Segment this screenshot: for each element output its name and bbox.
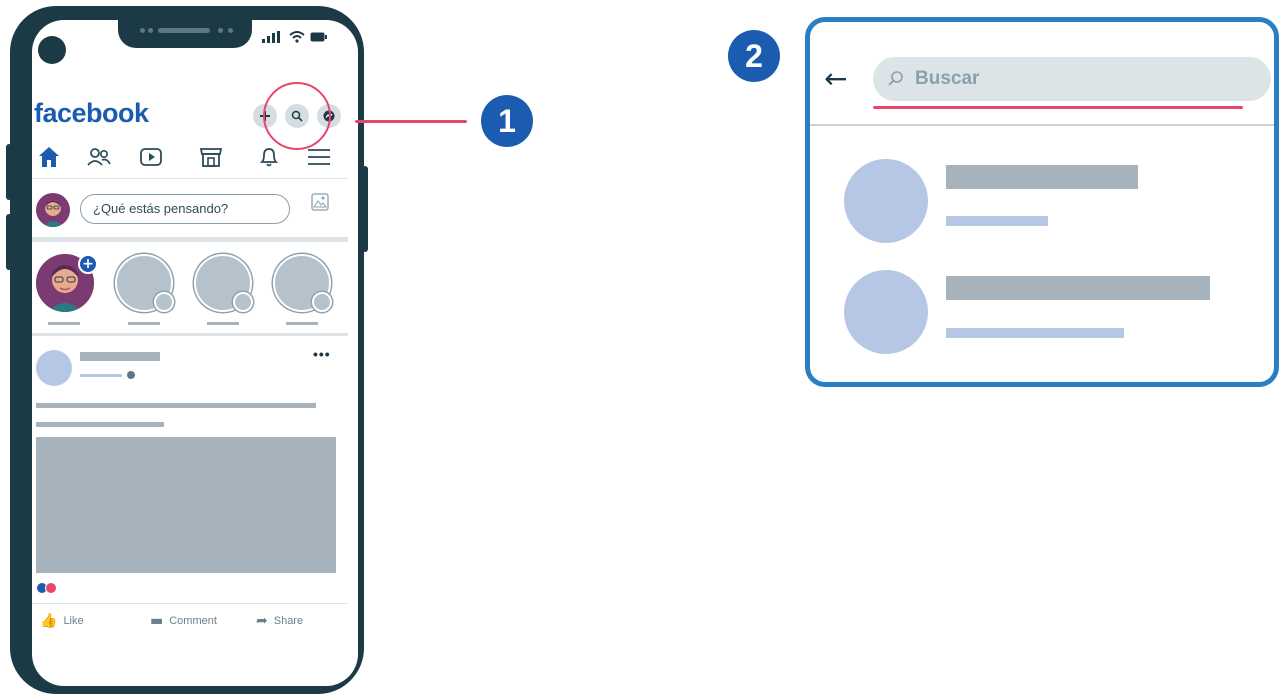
bell-icon[interactable]	[256, 144, 282, 170]
notch-dot	[228, 28, 233, 33]
post-text-line	[36, 422, 164, 427]
battery-icon	[310, 32, 327, 42]
volume-down-button	[6, 214, 12, 270]
result-title[interactable]	[946, 276, 1210, 300]
post-text-line	[36, 403, 316, 408]
search-panel: ← Buscar	[805, 17, 1279, 387]
thumbs-up-icon: 👍	[40, 613, 58, 629]
story-label	[286, 322, 318, 325]
story-avatar-badge	[312, 292, 332, 312]
love-reaction-icon	[45, 582, 57, 594]
notch-dot	[218, 28, 223, 33]
actions-divider	[32, 603, 348, 604]
power-button	[362, 166, 368, 252]
nav-divider	[32, 178, 348, 179]
watch-icon[interactable]	[138, 144, 164, 170]
step-badge-2: 2	[728, 30, 780, 82]
post-author-name	[80, 352, 160, 361]
volume-up-button	[6, 144, 12, 200]
notch	[118, 14, 252, 48]
status-bar	[262, 31, 328, 43]
post-menu-icon[interactable]: •••	[313, 346, 331, 362]
share-label: Share	[273, 615, 304, 627]
like-button[interactable]: 👍 Like	[40, 613, 84, 629]
story-avatar-badge	[154, 292, 174, 312]
section-divider	[32, 333, 348, 336]
comment-icon: ▬	[150, 613, 164, 629]
share-button[interactable]: ➦ Share	[256, 613, 303, 629]
section-divider	[32, 237, 348, 242]
result-avatar[interactable]	[844, 159, 928, 243]
comment-label: Comment	[169, 615, 217, 627]
callout-connector	[355, 120, 467, 123]
globe-icon	[127, 371, 135, 379]
home-icon[interactable]	[36, 144, 62, 170]
signal-icon	[262, 31, 280, 43]
story-label	[128, 322, 160, 325]
marketplace-icon[interactable]	[198, 144, 224, 170]
back-arrow-icon[interactable]: ←	[824, 65, 847, 93]
post-reactions[interactable]	[36, 582, 57, 594]
search-input[interactable]: Buscar	[873, 57, 1271, 101]
front-camera	[38, 36, 66, 64]
avatar[interactable]	[36, 193, 70, 227]
story-label	[48, 322, 80, 325]
like-label: Like	[63, 615, 84, 627]
menu-icon[interactable]	[306, 144, 332, 170]
app-logo[interactable]: facebook	[34, 98, 149, 129]
search-underline	[873, 106, 1243, 109]
friends-icon[interactable]	[86, 144, 112, 170]
notch-dot	[148, 28, 153, 33]
step-badge-1: 1	[481, 95, 533, 147]
search-placeholder: Buscar	[915, 68, 980, 89]
story-avatar-badge	[233, 292, 253, 312]
panel-divider	[810, 124, 1274, 126]
share-icon: ➦	[256, 613, 268, 629]
result-avatar[interactable]	[844, 270, 928, 354]
composer-input[interactable]: ¿Qué estás pensando?	[80, 194, 290, 224]
wifi-icon	[289, 31, 305, 43]
post-timestamp	[80, 374, 122, 377]
search-icon	[888, 71, 903, 86]
notch-dot	[140, 28, 145, 33]
main-nav	[34, 140, 334, 176]
comment-button[interactable]: ▬ Comment	[150, 613, 217, 629]
photo-icon[interactable]	[310, 192, 330, 212]
speaker-grille	[158, 28, 210, 33]
result-title[interactable]	[946, 165, 1138, 189]
post-image[interactable]	[36, 437, 336, 573]
post-author-avatar[interactable]	[36, 350, 72, 386]
story-label	[207, 322, 239, 325]
result-subtitle	[946, 216, 1048, 226]
add-story-button[interactable]: +	[78, 254, 98, 274]
result-subtitle	[946, 328, 1124, 338]
